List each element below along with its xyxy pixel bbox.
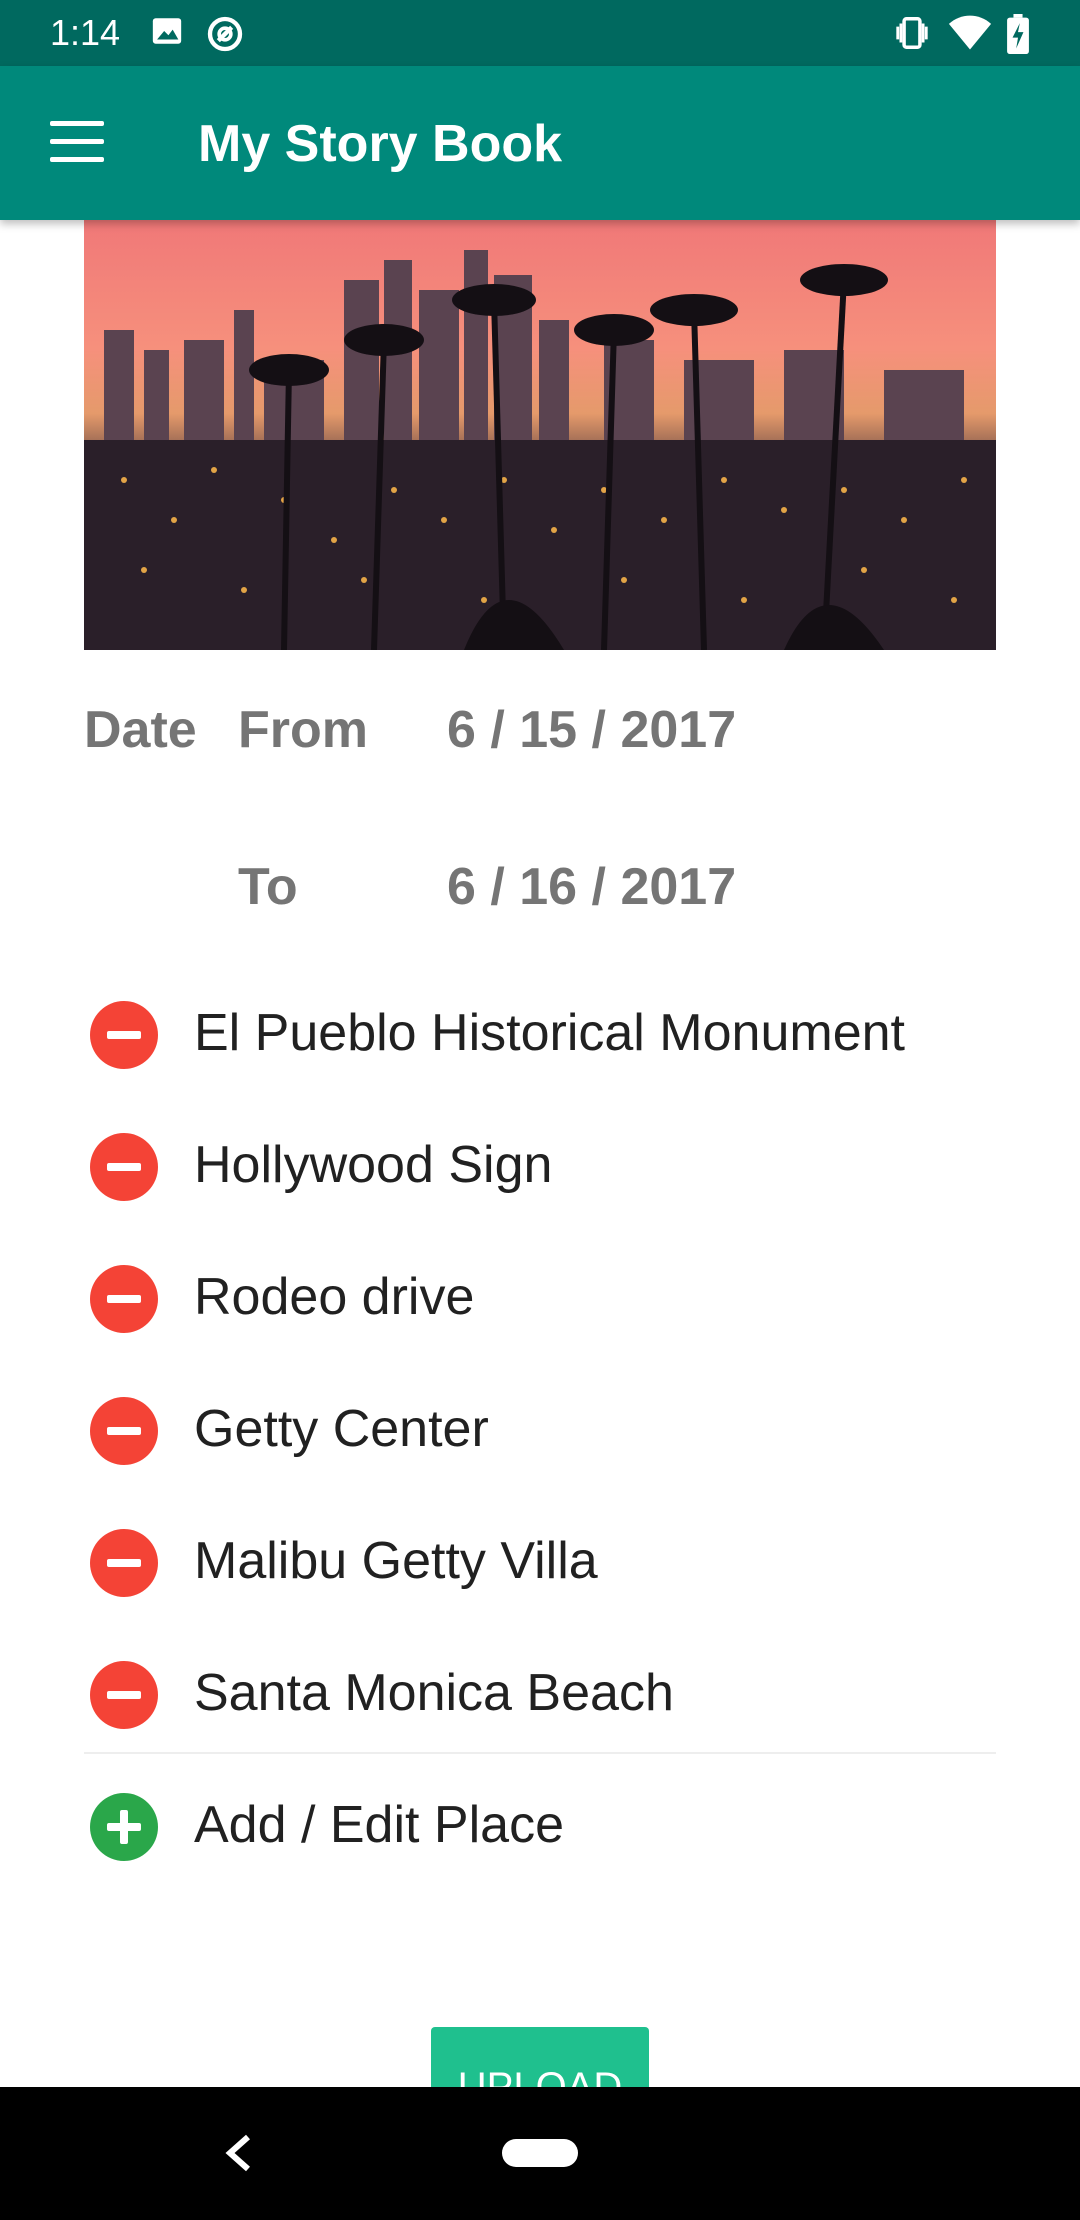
remove-circle-icon[interactable] bbox=[90, 1397, 158, 1465]
navigation-bar bbox=[0, 2087, 1080, 2220]
to-label: To bbox=[238, 858, 298, 916]
remove-circle-icon[interactable] bbox=[90, 1133, 158, 1201]
place-name: Rodeo drive bbox=[194, 1268, 475, 1326]
add-place-row[interactable]: Add / Edit Place bbox=[84, 1767, 996, 1877]
place-name: Getty Center bbox=[194, 1400, 489, 1458]
status-bar: 1:14 bbox=[0, 0, 1080, 66]
app-title: My Story Book bbox=[198, 115, 563, 173]
place-name: Malibu Getty Villa bbox=[194, 1532, 598, 1590]
image-icon bbox=[150, 14, 184, 53]
status-time: 1:14 bbox=[50, 12, 121, 53]
remove-circle-icon[interactable] bbox=[90, 1001, 158, 1069]
list-item: Santa Monica Beach bbox=[84, 1635, 996, 1745]
list-item: Hollywood Sign bbox=[84, 1107, 996, 1217]
remove-circle-icon[interactable] bbox=[90, 1661, 158, 1729]
place-name: Santa Monica Beach bbox=[194, 1664, 674, 1722]
list-item: El Pueblo Historical Monument bbox=[84, 975, 996, 1085]
place-name: Hollywood Sign bbox=[194, 1136, 553, 1194]
back-icon[interactable] bbox=[222, 2131, 256, 2180]
date-label: Date bbox=[84, 701, 197, 759]
app-bar: My Story Book bbox=[0, 66, 1080, 220]
add-place-label[interactable]: Add / Edit Place bbox=[194, 1795, 564, 1855]
from-date-value[interactable]: 6 / 15 / 2017 bbox=[447, 700, 736, 760]
remove-circle-icon[interactable] bbox=[90, 1529, 158, 1597]
sync-icon bbox=[205, 14, 245, 59]
list-divider bbox=[84, 1752, 996, 1754]
list-item: Getty Center bbox=[84, 1371, 996, 1481]
home-pill-icon[interactable] bbox=[502, 2139, 578, 2167]
wifi-icon bbox=[948, 14, 992, 57]
vibrate-icon bbox=[892, 14, 932, 57]
battery-charging-icon bbox=[1005, 14, 1031, 59]
to-date-value[interactable]: 6 / 16 / 2017 bbox=[447, 857, 736, 917]
list-item: Rodeo drive bbox=[84, 1239, 996, 1349]
list-item: Malibu Getty Villa bbox=[84, 1503, 996, 1613]
city-skyline-image bbox=[84, 220, 996, 650]
remove-circle-icon[interactable] bbox=[90, 1265, 158, 1333]
place-name: El Pueblo Historical Monument bbox=[194, 1004, 905, 1062]
hamburger-menu-icon[interactable] bbox=[50, 121, 104, 165]
from-label: From bbox=[238, 701, 368, 759]
add-circle-icon[interactable] bbox=[90, 1793, 158, 1861]
